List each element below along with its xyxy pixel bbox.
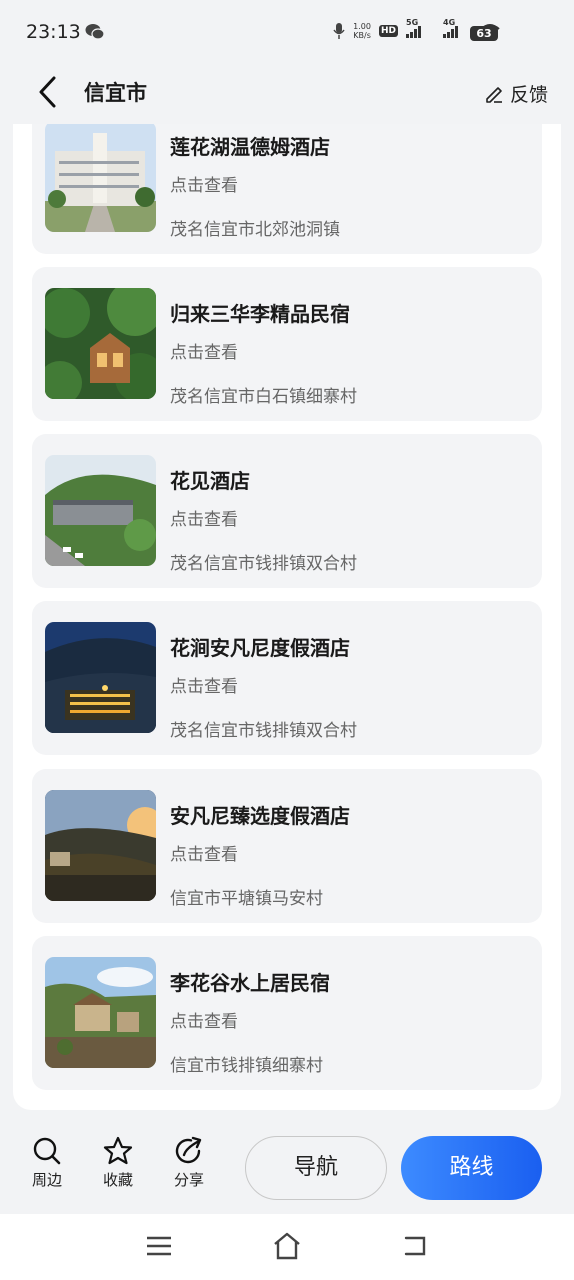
wechat-icon [85,24,105,40]
feedback-button[interactable]: 反馈 [484,80,548,107]
signal-5g-icon: 5G [406,18,421,38]
hotel-card[interactable]: 李花谷水上居民宿 点击查看 信宜市钱排镇细寨村 [32,936,542,1090]
nearby-button[interactable]: 周边 [21,1136,73,1190]
status-bar: 23:13 1.00 KB/s HD 5G 4G 63 [0,0,574,64]
view-details-link[interactable]: 点击查看 [170,171,238,196]
share-icon [175,1136,202,1164]
header: 信宜市 反馈 [0,64,574,124]
network-speed: 1.00 KB/s [353,22,371,40]
hotel-address: 茂名信宜市钱排镇双合村 [170,554,357,574]
hotel-address: 茂名信宜市白石镇细寨村 [170,387,357,407]
bottom-action-bar: 周边 收藏 分享 导航 路线 [0,1110,574,1214]
view-details-link[interactable]: 点击查看 [170,505,238,530]
microphone-icon [333,23,345,39]
hotel-photo [45,957,156,1068]
hotel-card[interactable]: 花涧安凡尼度假酒店 点击查看 茂名信宜市钱排镇双合村 [32,601,542,755]
network-type-1: 5G [406,18,419,27]
view-details-link[interactable]: 点击查看 [170,840,238,865]
battery-indicator: 63 [470,26,498,41]
hotel-photo [45,622,156,733]
hotel-photo [45,288,156,399]
route-button[interactable]: 路线 [401,1136,542,1200]
search-icon [33,1137,61,1165]
hotel-list: 莲花湖温德姆酒店 点击查看 茂名信宜市北郊池洞镇 归来三华李精品民宿 点击查看 … [13,124,561,1110]
hotel-address: 茂名信宜市钱排镇双合村 [170,721,357,741]
star-icon [103,1136,133,1165]
navigate-button[interactable]: 导航 [245,1136,387,1200]
favorite-button[interactable]: 收藏 [92,1136,144,1190]
hotel-name: 安凡尼臻选度假酒店 [170,804,350,828]
hotel-name: 花见酒店 [170,469,250,493]
hd-badge: HD [378,25,398,37]
hotel-address: 信宜市平塘镇马安村 [170,889,323,909]
hotel-photo [45,124,156,232]
system-navigation-bar [0,1214,574,1280]
hotel-name: 李花谷水上居民宿 [170,971,330,995]
home-icon[interactable] [272,1231,302,1261]
edit-icon [486,86,502,103]
hotel-address: 信宜市钱排镇细寨村 [170,1056,323,1076]
hotel-name: 归来三华李精品民宿 [170,302,350,326]
share-button[interactable]: 分享 [163,1136,215,1190]
view-details-link[interactable]: 点击查看 [170,338,238,363]
hotel-photo [45,790,156,901]
net-speed-value: 1.00 [353,22,371,31]
view-details-link[interactable]: 点击查看 [170,672,238,697]
status-time: 23:13 [26,21,81,43]
hotel-address: 茂名信宜市北郊池洞镇 [170,220,340,240]
nearby-label: 周边 [31,1171,62,1189]
hotel-photo [45,455,156,566]
hotel-name: 莲花湖温德姆酒店 [170,135,330,159]
network-type-2: 4G [443,18,456,27]
page-title: 信宜市 [84,81,147,105]
hotel-card[interactable]: 安凡尼臻选度假酒店 点击查看 信宜市平塘镇马安村 [32,769,542,923]
share-label: 分享 [173,1171,204,1189]
back-arrow-icon[interactable] [32,74,68,110]
hotel-card[interactable]: 莲花湖温德姆酒店 点击查看 茂名信宜市北郊池洞镇 [32,124,542,254]
view-details-link[interactable]: 点击查看 [170,1007,238,1032]
hotel-name: 花涧安凡尼度假酒店 [170,636,350,660]
system-back-icon[interactable] [402,1233,428,1259]
feedback-label: 反馈 [509,84,548,106]
menu-icon[interactable] [146,1236,172,1256]
net-speed-unit: KB/s [353,31,371,40]
hotel-card[interactable]: 花见酒店 点击查看 茂名信宜市钱排镇双合村 [32,434,542,588]
hotel-card[interactable]: 归来三华李精品民宿 点击查看 茂名信宜市白石镇细寨村 [32,267,542,421]
favorite-label: 收藏 [102,1171,133,1189]
signal-4g-icon: 4G [443,18,458,38]
